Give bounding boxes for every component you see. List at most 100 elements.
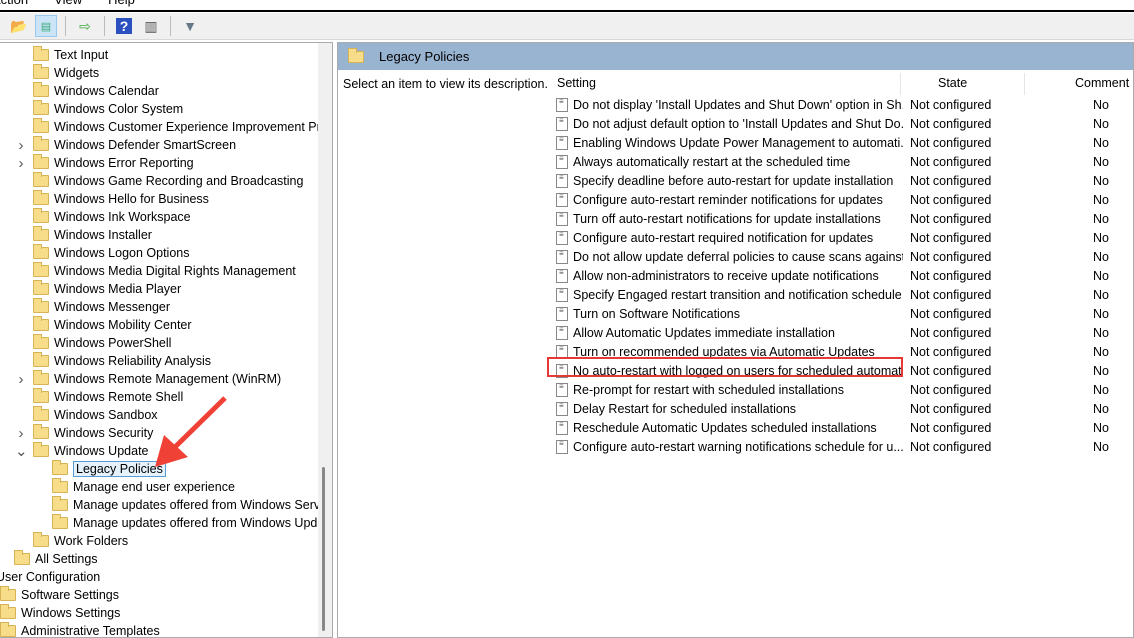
tree-item[interactable]: Windows Customer Experience Improvement … <box>33 118 328 136</box>
tree-item[interactable]: Windows Reliability Analysis <box>33 352 211 370</box>
comment-value: No <box>1093 155 1109 169</box>
comment-value: No <box>1093 326 1109 340</box>
tree-item[interactable]: ›Windows Error Reporting <box>33 154 194 172</box>
column-divider[interactable] <box>900 73 901 95</box>
tree-item[interactable]: Windows Color System <box>33 100 183 118</box>
policy-row[interactable]: ≡Do not display 'Install Updates and Shu… <box>549 95 1134 114</box>
tree-item[interactable]: User Configuration <box>0 568 100 586</box>
chevron-right-icon[interactable]: › <box>15 371 27 388</box>
tree-item[interactable]: Text Input <box>33 46 108 64</box>
tree-item[interactable]: Administrative Templates <box>0 622 160 638</box>
comment-value: No <box>1093 174 1109 188</box>
tree-scrollbar[interactable] <box>318 43 332 638</box>
chevron-right-icon[interactable]: › <box>15 137 27 154</box>
tree-item[interactable]: Work Folders <box>33 532 128 550</box>
tree-pane: Text InputWidgetsWindows CalendarWindows… <box>0 42 333 638</box>
tree-item[interactable]: Windows Media Player <box>33 280 181 298</box>
policy-row[interactable]: ≡Allow non-administrators to receive upd… <box>549 266 1134 285</box>
policy-row[interactable]: ≡Turn off auto-restart notifications for… <box>549 209 1134 228</box>
policy-row[interactable]: ≡Do not allow update deferral policies t… <box>549 247 1134 266</box>
tree-item[interactable]: Windows Game Recording and Broadcasting <box>33 172 303 190</box>
folder-icon <box>33 157 49 169</box>
policy-icon: ≡ <box>556 212 568 226</box>
state-value: Not configured <box>910 307 991 321</box>
tree-item[interactable]: Manage updates offered from Windows Upda <box>52 514 324 532</box>
tree-item-label: Windows Installer <box>54 228 152 242</box>
tree-item-label: Windows Hello for Business <box>54 192 209 206</box>
tree-item[interactable]: Windows Messenger <box>33 298 170 316</box>
description-text: Select an item to view its description. <box>343 77 548 91</box>
setting-name: Do not adjust default option to 'Install… <box>573 117 903 131</box>
policy-icon: ≡ <box>556 440 568 454</box>
menu-view[interactable]: View <box>54 0 82 8</box>
tree-item[interactable]: Windows Settings <box>0 604 120 622</box>
up-folder-icon[interactable]: 📂 <box>8 15 30 37</box>
policy-row[interactable]: ≡Configure auto-restart required notific… <box>549 228 1134 247</box>
policy-icon: ≡ <box>556 174 568 188</box>
show-hide-tree-icon[interactable]: ▤ <box>35 15 57 37</box>
setting-name: Allow non-administrators to receive upda… <box>573 269 903 283</box>
tree-item-label: User Configuration <box>0 570 100 584</box>
policy-row[interactable]: ≡Enabling Windows Update Power Managemen… <box>549 133 1134 152</box>
tree-item[interactable]: ›Windows Security <box>33 424 153 442</box>
tree-item-label: Windows Settings <box>21 606 120 620</box>
export-list-icon[interactable]: ⇨ <box>74 15 96 37</box>
menu-action[interactable]: Action <box>0 0 28 8</box>
policy-row[interactable]: ≡Reschedule Automatic Updates scheduled … <box>549 418 1134 437</box>
separator <box>65 16 66 36</box>
column-setting[interactable]: Setting <box>557 76 596 90</box>
policy-row[interactable]: ≡Delay Restart for scheduled installatio… <box>549 399 1134 418</box>
menu-help[interactable]: Help <box>108 0 135 8</box>
tree-item-label: Windows Mobility Center <box>54 318 192 332</box>
tree-item[interactable]: Windows Sandbox <box>33 406 158 424</box>
chevron-down-icon[interactable]: ⌄ <box>15 442 27 460</box>
tree-item[interactable]: Manage end user experience <box>52 478 235 496</box>
tree-item[interactable]: Windows Installer <box>33 226 152 244</box>
tree-item[interactable]: Windows Calendar <box>33 82 159 100</box>
state-value: Not configured <box>910 193 991 207</box>
tree-item[interactable]: ›Windows Remote Management (WinRM) <box>33 370 281 388</box>
tree-item[interactable]: ›Windows Defender SmartScreen <box>33 136 236 154</box>
policy-row[interactable]: ≡Specify deadline before auto-restart fo… <box>549 171 1134 190</box>
help-icon[interactable]: ? <box>113 15 135 37</box>
tree-item[interactable]: ⌄Windows Update <box>33 442 149 460</box>
action-pane-icon[interactable]: ▥ <box>140 15 162 37</box>
scrollbar-thumb[interactable] <box>322 467 325 631</box>
filter-icon[interactable]: ▼ <box>179 15 201 37</box>
chevron-right-icon[interactable]: › <box>15 425 27 442</box>
comment-value: No <box>1093 212 1109 226</box>
tree-item[interactable]: All Settings <box>14 550 98 568</box>
column-state[interactable]: State <box>938 76 967 90</box>
column-divider[interactable] <box>1024 73 1025 95</box>
tree-item[interactable]: Windows Mobility Center <box>33 316 192 334</box>
tree-item[interactable]: Windows Media Digital Rights Management <box>33 262 296 280</box>
tree-item[interactable]: Manage updates offered from Windows Serv… <box>52 496 327 514</box>
setting-name: Delay Restart for scheduled installation… <box>573 402 903 416</box>
policy-row[interactable]: ≡Always automatically restart at the sch… <box>549 152 1134 171</box>
tree-item[interactable]: Widgets <box>33 64 99 82</box>
column-comment[interactable]: Comment <box>1075 76 1129 90</box>
state-value: Not configured <box>910 212 991 226</box>
setting-name: Enabling Windows Update Power Management… <box>573 136 903 150</box>
chevron-right-icon[interactable]: › <box>15 155 27 172</box>
tree-item[interactable]: Windows PowerShell <box>33 334 171 352</box>
policy-row[interactable]: ≡Allow Automatic Updates immediate insta… <box>549 323 1134 342</box>
tree-item-label: Widgets <box>54 66 99 80</box>
policy-row[interactable]: ≡Configure auto-restart warning notifica… <box>549 437 1134 456</box>
policy-row[interactable]: ≡Re-prompt for restart with scheduled in… <box>549 380 1134 399</box>
policy-row[interactable]: ≡Do not adjust default option to 'Instal… <box>549 114 1134 133</box>
folder-icon <box>33 121 49 133</box>
folder-icon <box>33 391 49 403</box>
tree-item-label: Windows Sandbox <box>54 408 158 422</box>
tree-item[interactable]: Windows Hello for Business <box>33 190 209 208</box>
tree-item[interactable]: Windows Logon Options <box>33 244 190 262</box>
tree-item-label: Windows Logon Options <box>54 246 190 260</box>
tree-item[interactable]: Windows Ink Workspace <box>33 208 191 226</box>
policy-row[interactable]: ≡Configure auto-restart reminder notific… <box>549 190 1134 209</box>
policy-row[interactable]: ≡Specify Engaged restart transition and … <box>549 285 1134 304</box>
tree-item-label: Windows Media Digital Rights Management <box>54 264 296 278</box>
tree-item[interactable]: Software Settings <box>0 586 119 604</box>
policy-row[interactable]: ≡Turn on Software NotificationsNot confi… <box>549 304 1134 323</box>
tree-item[interactable]: Legacy Policies <box>52 460 166 478</box>
folder-icon <box>33 67 49 79</box>
